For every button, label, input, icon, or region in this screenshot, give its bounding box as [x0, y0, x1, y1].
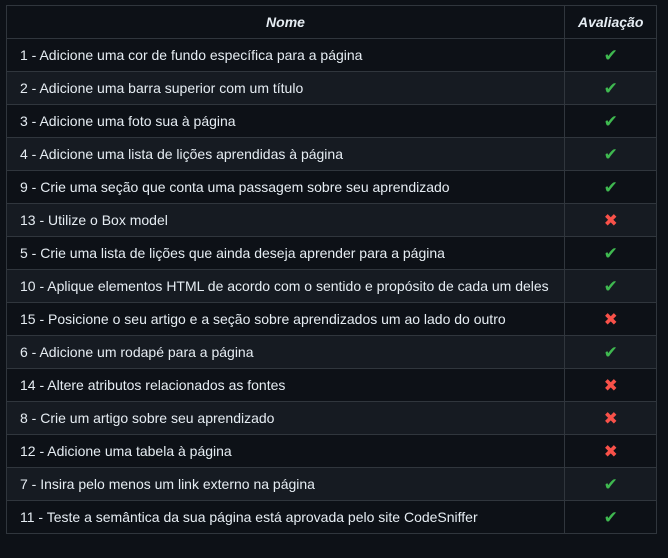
table-row: 13 - Utilize o Box model ✖: [6, 203, 658, 237]
table-row: 1 - Adicione uma cor de fundo específica…: [6, 38, 658, 72]
evaluation-table-container: Nome Avaliação 1 - Adicione uma cor de f…: [6, 5, 658, 534]
header-name: Nome: [6, 5, 565, 39]
table-row: 7 - Insira pelo menos um link externo na…: [6, 467, 658, 501]
cross-mark-icon: ✖: [603, 441, 618, 461]
table-row: 2 - Adicione uma barra superior com um t…: [6, 71, 658, 105]
evaluation-cell: ✔: [563, 104, 658, 138]
table-row: 4 - Adicione uma lista de lições aprendi…: [6, 137, 658, 171]
table-row: 12 - Adicione uma tabela à página ✖: [6, 434, 658, 468]
check-mark-icon: ✔: [603, 507, 618, 527]
requirement-name: 9 - Crie uma seção que conta uma passage…: [6, 170, 565, 204]
cross-mark-icon: ✖: [603, 375, 618, 395]
requirement-name: 12 - Adicione uma tabela à página: [6, 434, 565, 468]
check-mark-icon: ✔: [603, 45, 618, 65]
evaluation-cell: ✖: [563, 434, 658, 468]
check-mark-icon: ✔: [603, 177, 618, 197]
evaluation-cell: ✖: [563, 302, 658, 336]
table-header-row: Nome Avaliação: [6, 5, 658, 39]
evaluation-table: Nome Avaliação 1 - Adicione uma cor de f…: [6, 5, 658, 534]
check-mark-icon: ✔: [603, 276, 618, 296]
requirement-name: 4 - Adicione uma lista de lições aprendi…: [6, 137, 565, 171]
evaluation-cell: ✔: [563, 170, 658, 204]
cross-mark-icon: ✖: [603, 309, 618, 329]
requirement-name: 7 - Insira pelo menos um link externo na…: [6, 467, 565, 501]
check-mark-icon: ✔: [603, 243, 618, 263]
requirement-name: 8 - Crie um artigo sobre seu aprendizado: [6, 401, 565, 435]
requirement-name: 1 - Adicione uma cor de fundo específica…: [6, 38, 565, 72]
requirement-name: 2 - Adicione uma barra superior com um t…: [6, 71, 565, 105]
evaluation-cell: ✖: [563, 401, 658, 435]
evaluation-cell: ✔: [563, 137, 658, 171]
table-row: 9 - Crie uma seção que conta uma passage…: [6, 170, 658, 204]
evaluation-cell: ✔: [563, 467, 658, 501]
check-mark-icon: ✔: [603, 78, 618, 98]
requirement-name: 15 - Posicione o seu artigo e a seção so…: [6, 302, 565, 336]
table-body: 1 - Adicione uma cor de fundo específica…: [6, 38, 658, 534]
requirement-name: 14 - Altere atributos relacionados as fo…: [6, 368, 565, 402]
evaluation-cell: ✔: [563, 236, 658, 270]
requirement-name: 6 - Adicione um rodapé para a página: [6, 335, 565, 369]
header-evaluation: Avaliação: [563, 5, 658, 39]
table-row: 8 - Crie um artigo sobre seu aprendizado…: [6, 401, 658, 435]
requirement-name: 10 - Aplique elementos HTML de acordo co…: [6, 269, 565, 303]
requirement-name: 5 - Crie uma lista de lições que ainda d…: [6, 236, 565, 270]
check-mark-icon: ✔: [603, 342, 618, 362]
table-row: 10 - Aplique elementos HTML de acordo co…: [6, 269, 658, 303]
evaluation-cell: ✔: [563, 38, 658, 72]
evaluation-cell: ✖: [563, 368, 658, 402]
table-row: 11 - Teste a semântica da sua página est…: [6, 500, 658, 534]
table-row: 3 - Adicione uma foto sua à página ✔: [6, 104, 658, 138]
cross-mark-icon: ✖: [603, 210, 618, 230]
check-mark-icon: ✔: [603, 144, 618, 164]
check-mark-icon: ✔: [603, 474, 618, 494]
cross-mark-icon: ✖: [603, 408, 618, 428]
table-row: 15 - Posicione o seu artigo e a seção so…: [6, 302, 658, 336]
evaluation-cell: ✔: [563, 335, 658, 369]
requirement-name: 3 - Adicione uma foto sua à página: [6, 104, 565, 138]
table-row: 5 - Crie uma lista de lições que ainda d…: [6, 236, 658, 270]
evaluation-cell: ✔: [563, 71, 658, 105]
evaluation-cell: ✔: [563, 500, 658, 534]
check-mark-icon: ✔: [603, 111, 618, 131]
table-row: 14 - Altere atributos relacionados as fo…: [6, 368, 658, 402]
evaluation-cell: ✖: [563, 203, 658, 237]
requirement-name: 13 - Utilize o Box model: [6, 203, 565, 237]
requirement-name: 11 - Teste a semântica da sua página est…: [6, 500, 565, 534]
table-row: 6 - Adicione um rodapé para a página ✔: [6, 335, 658, 369]
evaluation-cell: ✔: [563, 269, 658, 303]
